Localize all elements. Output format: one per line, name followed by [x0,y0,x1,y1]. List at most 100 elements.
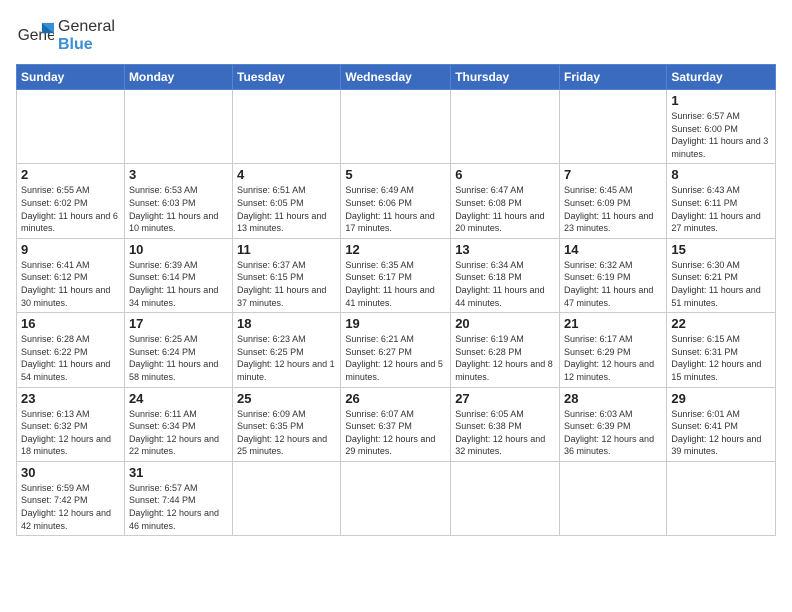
day-number: 21 [564,316,662,331]
day-number: 6 [455,167,555,182]
day-number: 9 [21,242,120,257]
day-number: 15 [671,242,771,257]
day-number: 26 [345,391,446,406]
calendar-cell: 12Sunrise: 6:35 AM Sunset: 6:17 PM Dayli… [341,238,451,312]
calendar-cell [341,90,451,164]
day-info: Sunrise: 6:59 AM Sunset: 7:42 PM Dayligh… [21,482,120,532]
day-info: Sunrise: 6:39 AM Sunset: 6:14 PM Dayligh… [129,259,228,309]
calendar-cell: 23 Sunrise: 6:13 AM Sunset: 6:32 PM Dayli… [17,387,125,461]
day-number: 24 [129,391,228,406]
day-info: Sunrise: 6:21 AM Sunset: 6:27 PM Dayligh… [345,333,446,383]
calendar-cell: 2 Sunrise: 6:55 AM Sunset: 6:02 PM Daylig… [17,164,125,238]
day-info: Sunrise: 6:57 AM Sunset: 6:00 PM Dayligh… [671,110,771,160]
day-number: 20 [455,316,555,331]
calendar-cell: 21Sunrise: 6:17 AM Sunset: 6:29 PM Dayli… [560,313,667,387]
calendar-cell [124,90,232,164]
day-number: 28 [564,391,662,406]
day-info: Sunrise: 6:03 AM Sunset: 6:39 PM Dayligh… [564,408,662,458]
calendar-cell: 31 Sunrise: 6:57 AM Sunset: 7:44 PM Dayli… [124,461,232,535]
calendar-cell: 26 Sunrise: 6:07 AM Sunset: 6:37 PM Dayli… [341,387,451,461]
day-info: Sunrise: 6:41 AM Sunset: 6:12 PM Dayligh… [21,259,120,309]
page: General General Blue SundayMondayTuesday… [0,0,792,612]
calendar-cell [233,90,341,164]
day-info: Sunrise: 6:13 AM Sunset: 6:32 PM Dayligh… [21,408,120,458]
day-info: Sunrise: 6:01 AM Sunset: 6:41 PM Dayligh… [671,408,771,458]
calendar-cell: 9 Sunrise: 6:41 AM Sunset: 6:12 PM Daylig… [17,238,125,312]
logo-general-text: General [58,18,115,36]
calendar-cell: 28 Sunrise: 6:03 AM Sunset: 6:39 PM Dayli… [560,387,667,461]
calendar-week-0: 1 Sunrise: 6:57 AM Sunset: 6:00 PM Daylig… [17,90,776,164]
day-info: Sunrise: 6:30 AM Sunset: 6:21 PM Dayligh… [671,259,771,309]
day-info: Sunrise: 6:09 AM Sunset: 6:35 PM Dayligh… [237,408,336,458]
calendar-cell [233,461,341,535]
calendar-cell: 18 Sunrise: 6:23 AM Sunset: 6:25 PM Dayli… [233,313,341,387]
calendar-cell [560,461,667,535]
calendar-cell: 7Sunrise: 6:45 AM Sunset: 6:09 PM Daylig… [560,164,667,238]
day-info: Sunrise: 6:55 AM Sunset: 6:02 PM Dayligh… [21,184,120,234]
day-number: 27 [455,391,555,406]
calendar-cell [451,461,560,535]
day-number: 23 [21,391,120,406]
day-number: 3 [129,167,228,182]
day-number: 30 [21,465,120,480]
weekday-header-thursday: Thursday [451,65,560,90]
day-number: 1 [671,93,771,108]
day-number: 5 [345,167,446,182]
calendar-cell: 29 Sunrise: 6:01 AM Sunset: 6:41 PM Dayli… [667,387,776,461]
calendar-cell: 14Sunrise: 6:32 AM Sunset: 6:19 PM Dayli… [560,238,667,312]
logo-blue-text: Blue [58,36,115,54]
calendar-cell: 15 Sunrise: 6:30 AM Sunset: 6:21 PM Dayli… [667,238,776,312]
calendar-week-2: 9 Sunrise: 6:41 AM Sunset: 6:12 PM Daylig… [17,238,776,312]
calendar-cell: 3Sunrise: 6:53 AM Sunset: 6:03 PM Daylig… [124,164,232,238]
day-info: Sunrise: 6:19 AM Sunset: 6:28 PM Dayligh… [455,333,555,383]
day-info: Sunrise: 6:23 AM Sunset: 6:25 PM Dayligh… [237,333,336,383]
day-info: Sunrise: 6:07 AM Sunset: 6:37 PM Dayligh… [345,408,446,458]
calendar-cell [17,90,125,164]
calendar-cell [560,90,667,164]
calendar-week-4: 23 Sunrise: 6:13 AM Sunset: 6:32 PM Dayli… [17,387,776,461]
calendar-cell: 27Sunrise: 6:05 AM Sunset: 6:38 PM Dayli… [451,387,560,461]
calendar-cell: 24Sunrise: 6:11 AM Sunset: 6:34 PM Dayli… [124,387,232,461]
day-number: 29 [671,391,771,406]
calendar-cell: 22Sunrise: 6:15 AM Sunset: 6:31 PM Dayli… [667,313,776,387]
day-number: 2 [21,167,120,182]
calendar-cell: 13Sunrise: 6:34 AM Sunset: 6:18 PM Dayli… [451,238,560,312]
day-number: 7 [564,167,662,182]
calendar-header-row: SundayMondayTuesdayWednesdayThursdayFrid… [17,65,776,90]
day-info: Sunrise: 6:32 AM Sunset: 6:19 PM Dayligh… [564,259,662,309]
day-number: 19 [345,316,446,331]
day-info: Sunrise: 6:57 AM Sunset: 7:44 PM Dayligh… [129,482,228,532]
day-info: Sunrise: 6:34 AM Sunset: 6:18 PM Dayligh… [455,259,555,309]
calendar-cell: 25 Sunrise: 6:09 AM Sunset: 6:35 PM Dayli… [233,387,341,461]
calendar-week-5: 30 Sunrise: 6:59 AM Sunset: 7:42 PM Dayli… [17,461,776,535]
calendar-cell [341,461,451,535]
day-number: 25 [237,391,336,406]
day-info: Sunrise: 6:37 AM Sunset: 6:15 PM Dayligh… [237,259,336,309]
day-info: Sunrise: 6:49 AM Sunset: 6:06 PM Dayligh… [345,184,446,234]
day-info: Sunrise: 6:28 AM Sunset: 6:22 PM Dayligh… [21,333,120,383]
day-number: 11 [237,242,336,257]
day-number: 22 [671,316,771,331]
calendar-week-3: 16 Sunrise: 6:28 AM Sunset: 6:22 PM Dayli… [17,313,776,387]
day-number: 10 [129,242,228,257]
day-info: Sunrise: 6:35 AM Sunset: 6:17 PM Dayligh… [345,259,446,309]
weekday-header-friday: Friday [560,65,667,90]
day-number: 18 [237,316,336,331]
day-number: 16 [21,316,120,331]
calendar-cell: 16 Sunrise: 6:28 AM Sunset: 6:22 PM Dayli… [17,313,125,387]
day-number: 17 [129,316,228,331]
weekday-header-monday: Monday [124,65,232,90]
calendar-cell: 20 Sunrise: 6:19 AM Sunset: 6:28 PM Dayli… [451,313,560,387]
calendar-cell [667,461,776,535]
weekday-header-wednesday: Wednesday [341,65,451,90]
calendar-cell: 8Sunrise: 6:43 AM Sunset: 6:11 PM Daylig… [667,164,776,238]
day-info: Sunrise: 6:43 AM Sunset: 6:11 PM Dayligh… [671,184,771,234]
calendar-cell: 19 Sunrise: 6:21 AM Sunset: 6:27 PM Dayli… [341,313,451,387]
day-number: 4 [237,167,336,182]
day-info: Sunrise: 6:25 AM Sunset: 6:24 PM Dayligh… [129,333,228,383]
calendar-cell: 6Sunrise: 6:47 AM Sunset: 6:08 PM Daylig… [451,164,560,238]
day-number: 31 [129,465,228,480]
calendar-cell: 11 Sunrise: 6:37 AM Sunset: 6:15 PM Dayli… [233,238,341,312]
calendar-table: SundayMondayTuesdayWednesdayThursdayFrid… [16,64,776,536]
calendar-cell [451,90,560,164]
